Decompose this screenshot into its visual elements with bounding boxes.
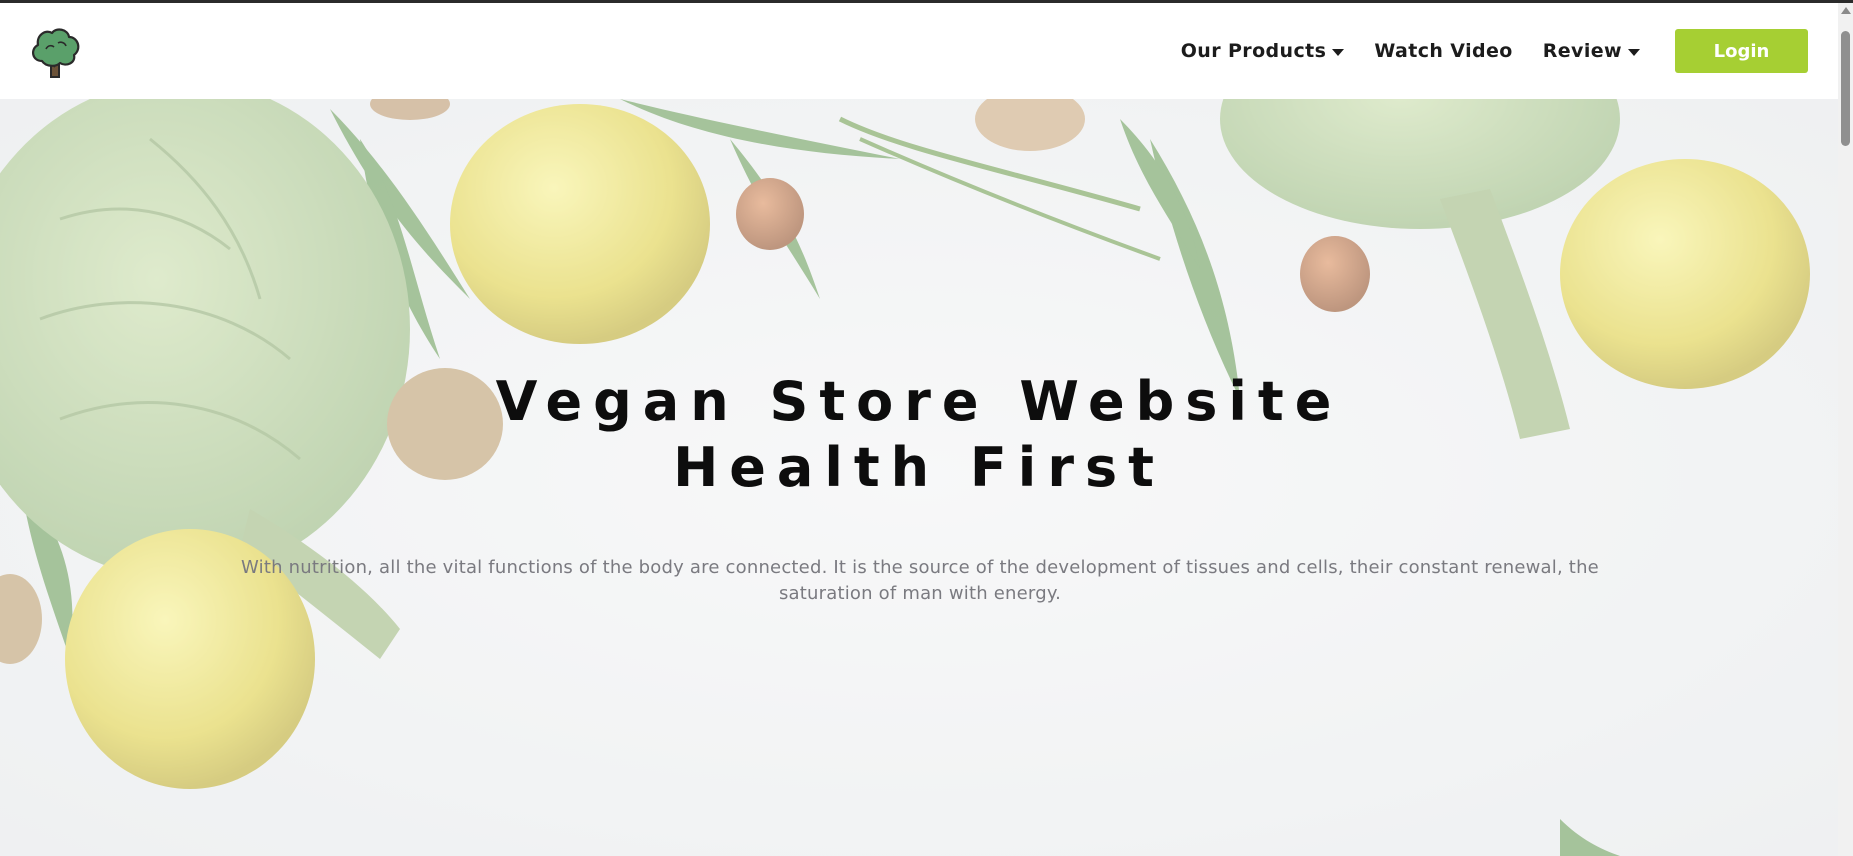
hero-title-line-1: Vegan Store Website: [495, 370, 1343, 433]
nav-our-products[interactable]: Our Products: [1181, 40, 1345, 62]
main-nav: Our Products Watch Video Review: [1181, 3, 1640, 99]
caret-down-icon: [1628, 48, 1640, 56]
nav-our-products-label: Our Products: [1180, 40, 1327, 62]
nav-review-label: Review: [1542, 40, 1622, 62]
page-scrollbar[interactable]: [1838, 3, 1853, 856]
tree-logo-icon: [32, 28, 80, 78]
navbar: Our Products Watch Video Review Login: [0, 3, 1838, 99]
scroll-up-arrow-icon[interactable]: [1841, 7, 1851, 14]
nav-watch-video[interactable]: Watch Video: [1374, 40, 1512, 62]
scrollbar-thumb[interactable]: [1841, 31, 1850, 146]
nav-watch-video-label: Watch Video: [1374, 40, 1513, 62]
hero-title: Vegan Store Website Health First: [0, 369, 1838, 501]
hero-title-line-2: Health First: [673, 436, 1165, 499]
hero-section: Vegan Store Website Health First With nu…: [0, 99, 1838, 856]
hero-description: With nutrition, all the vital functions …: [241, 557, 1599, 604]
nav-review[interactable]: Review: [1543, 40, 1640, 62]
site-logo[interactable]: [28, 25, 82, 79]
login-button[interactable]: Login: [1675, 29, 1808, 73]
caret-down-icon: [1332, 48, 1345, 56]
